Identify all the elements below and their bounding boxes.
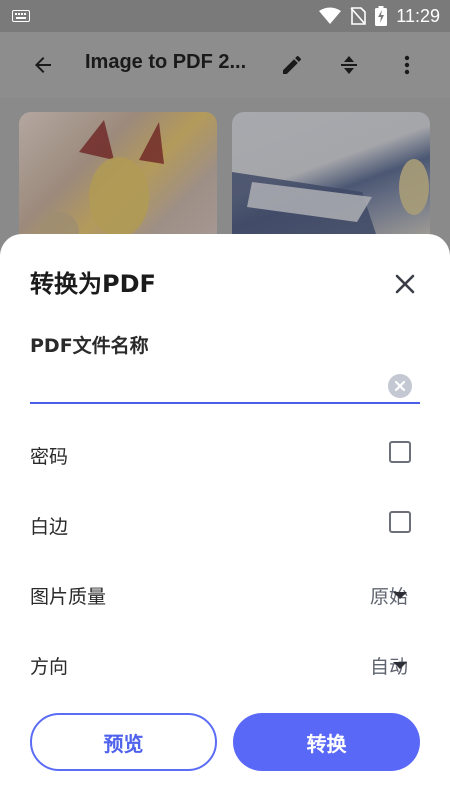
password-checkbox[interactable] bbox=[389, 441, 411, 463]
status-bar: 11:29 bbox=[0, 0, 450, 32]
white-border-label: 白边 bbox=[30, 516, 69, 538]
file-name-input[interactable] bbox=[30, 366, 385, 400]
image-thumbnail[interactable] bbox=[19, 112, 217, 252]
clear-icon bbox=[394, 380, 406, 392]
input-underline bbox=[30, 402, 420, 404]
orientation-label: 方向 bbox=[30, 656, 69, 678]
thumbnail-photo bbox=[39, 120, 164, 252]
clock-time: 11:29 bbox=[396, 5, 440, 26]
password-label: 密码 bbox=[30, 446, 69, 468]
app-bar: Image to PDF 2... bbox=[0, 32, 450, 98]
close-icon bbox=[395, 274, 415, 294]
sort-icon bbox=[341, 56, 357, 74]
clear-input-button[interactable] bbox=[388, 374, 412, 398]
more-vert-icon bbox=[404, 55, 410, 75]
app-title: Image to PDF 2... bbox=[85, 51, 247, 73]
sort-button[interactable] bbox=[333, 49, 365, 81]
close-button[interactable] bbox=[388, 267, 422, 301]
battery-charging-icon bbox=[375, 6, 388, 26]
no-sim-icon bbox=[350, 7, 367, 25]
convert-to-pdf-sheet: 转换为PDF PDF文件名称 密码 白边 图片质量 原始 方向 自动 预览 转换 bbox=[0, 234, 450, 800]
image-quality-label: 图片质量 bbox=[30, 586, 107, 608]
back-button[interactable] bbox=[27, 49, 59, 81]
convert-button[interactable]: 转换 bbox=[233, 713, 420, 771]
thumbnail-photo bbox=[232, 159, 429, 252]
back-arrow-icon bbox=[35, 57, 51, 73]
keyboard-icon bbox=[12, 10, 30, 22]
edit-pencil-icon bbox=[283, 55, 302, 74]
image-thumbnail[interactable] bbox=[232, 112, 430, 252]
wifi-icon bbox=[319, 7, 342, 24]
chevron-down-icon[interactable] bbox=[393, 662, 407, 669]
chevron-down-icon[interactable] bbox=[393, 592, 407, 599]
edit-button[interactable] bbox=[276, 49, 308, 81]
white-border-checkbox[interactable] bbox=[389, 511, 411, 533]
sheet-title: 转换为PDF bbox=[30, 270, 156, 298]
preview-button[interactable]: 预览 bbox=[30, 713, 217, 771]
file-name-label: PDF文件名称 bbox=[30, 335, 149, 357]
more-options-button[interactable] bbox=[391, 49, 423, 81]
